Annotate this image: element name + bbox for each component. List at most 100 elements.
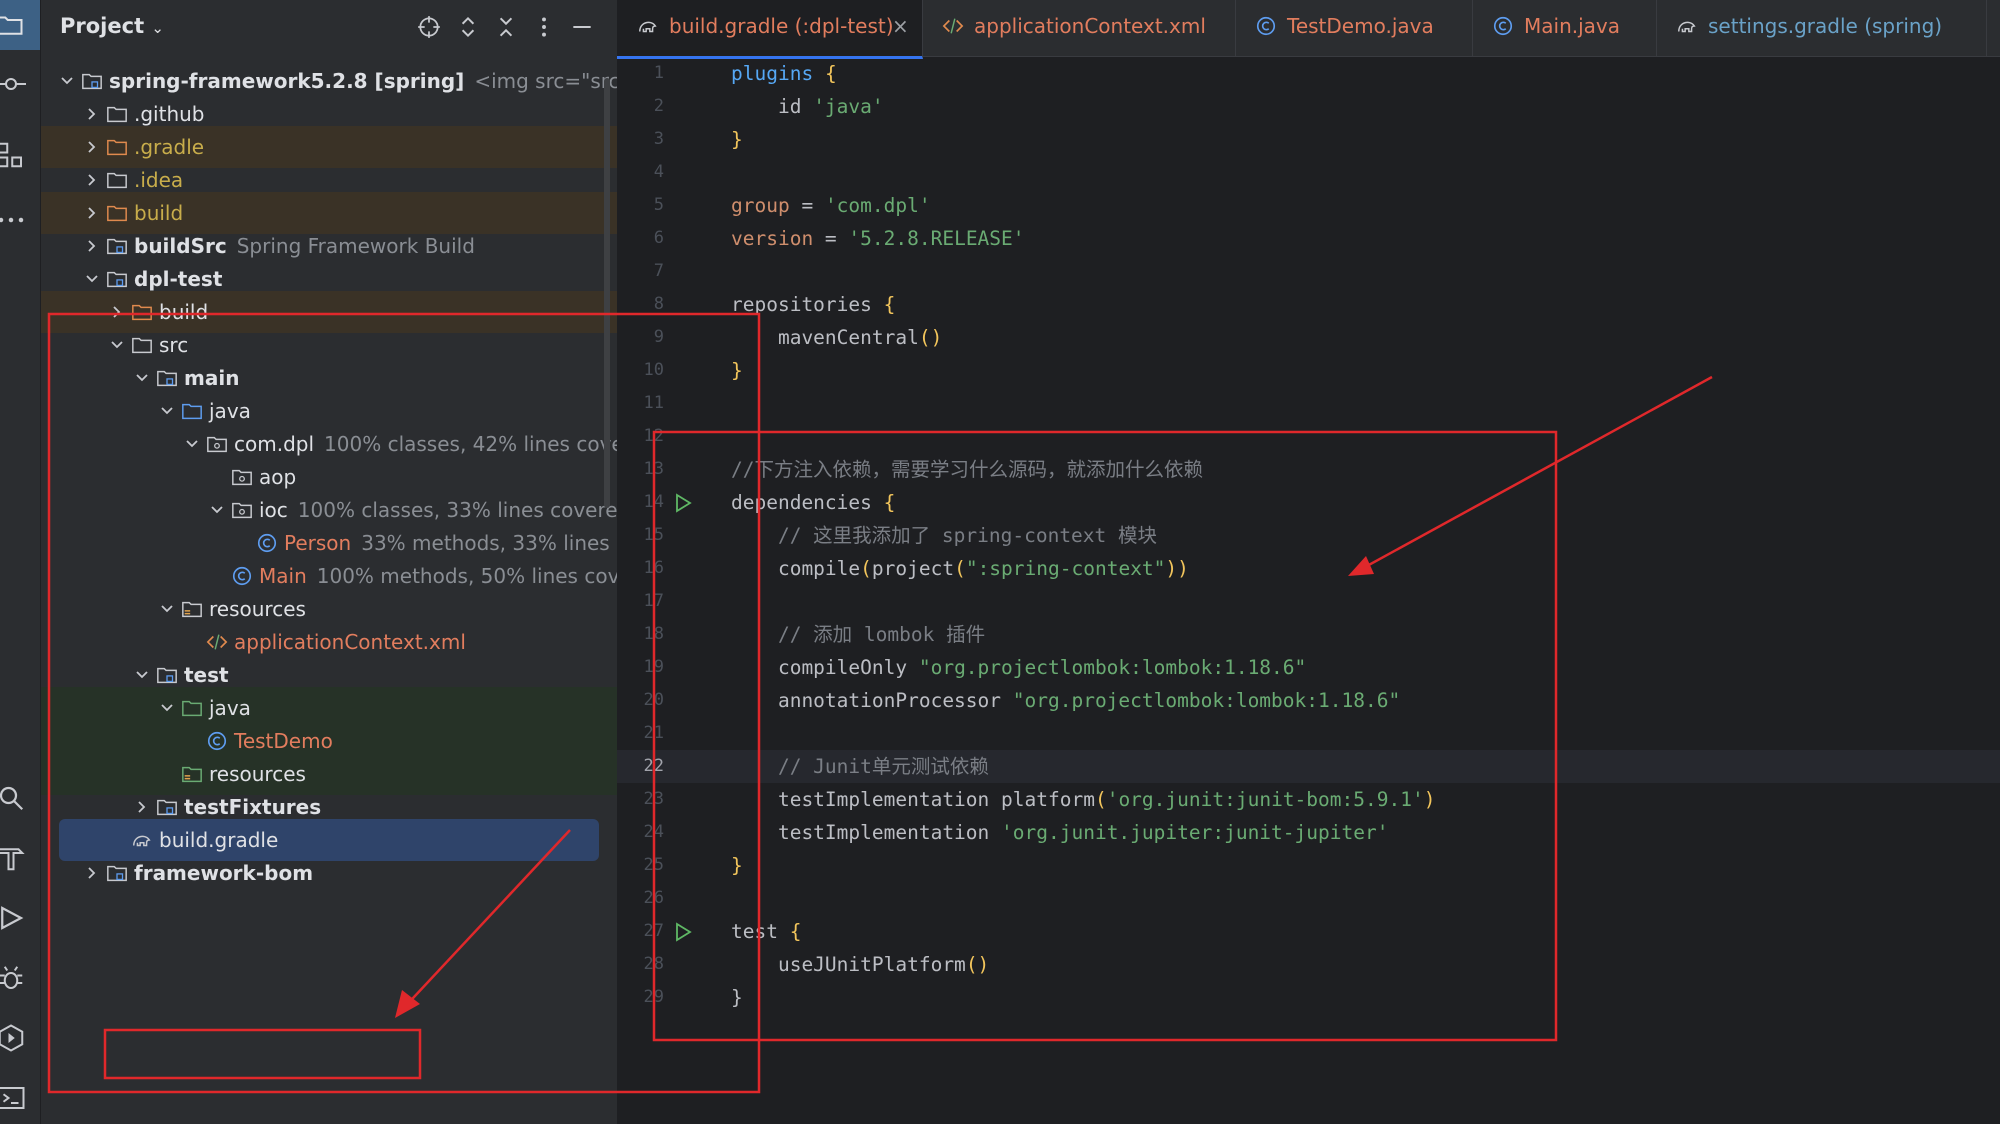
- expand-all-icon[interactable]: [455, 14, 481, 40]
- chevron-right-icon[interactable]: [84, 106, 100, 122]
- hide-panel-icon[interactable]: [569, 14, 595, 40]
- project-title[interactable]: Project ⌄: [60, 14, 164, 38]
- chevron-down-icon[interactable]: [159, 700, 175, 716]
- code-line[interactable]: 25}: [617, 849, 2000, 882]
- chevron-down-icon[interactable]: [159, 403, 175, 419]
- options-menu-icon[interactable]: [531, 14, 557, 40]
- editor-tab[interactable]: build.gradle (:dpl-test) ×: [617, 0, 923, 59]
- editor-tab[interactable]: Main.java: [1472, 0, 1657, 56]
- close-tab-icon[interactable]: ×: [892, 0, 909, 52]
- code-line[interactable]: 28 useJUnitPlatform(): [617, 948, 2000, 981]
- code-text: compile(project(":spring-context")): [731, 552, 1189, 585]
- class-icon: [257, 533, 277, 553]
- more-tools-button[interactable]: [0, 200, 40, 240]
- chevron-down-icon[interactable]: [184, 436, 200, 452]
- locate-icon[interactable]: [416, 14, 442, 40]
- editor-tab-label: TestDemo.java: [1287, 14, 1434, 38]
- line-number: 15: [643, 525, 664, 545]
- code-line[interactable]: 5 group = 'com.dpl': [617, 189, 2000, 222]
- commit-tool-button[interactable]: [0, 64, 40, 104]
- chevron-right-icon[interactable]: [84, 172, 100, 188]
- chevron-right-icon[interactable]: [84, 139, 100, 155]
- chevron-down-icon[interactable]: [159, 601, 175, 617]
- collapse-all-icon[interactable]: [493, 14, 519, 40]
- code-line[interactable]: 1 plugins {: [617, 57, 2000, 90]
- tree-item-name: com.dpl: [234, 432, 315, 456]
- tree-item-meta: 33% methods, 33% lines covered: [361, 531, 617, 555]
- code-line[interactable]: 9 mavenCentral(): [617, 321, 2000, 354]
- code-line[interactable]: 10}: [617, 354, 2000, 387]
- project-panel-header: Project ⌄: [41, 0, 617, 56]
- code-text: useJUnitPlatform(): [731, 948, 989, 981]
- code-token: {: [883, 293, 896, 316]
- terminal-tool-button[interactable]: [0, 1078, 40, 1118]
- chevron-right-icon[interactable]: [84, 865, 100, 881]
- class-icon: [232, 566, 252, 586]
- code-line[interactable]: 16 compile(project(":spring-context")): [617, 552, 2000, 585]
- more-icon: [0, 217, 24, 223]
- code-line[interactable]: 15 // 这里我添加了 spring-context 模块: [617, 519, 2000, 552]
- chevron-right-icon[interactable]: [134, 799, 150, 815]
- project-tool-button[interactable]: [0, 0, 40, 50]
- tree-item-name: .idea: [134, 168, 184, 192]
- chevron-right-icon[interactable]: [109, 304, 125, 320]
- code-line[interactable]: 26: [617, 882, 2000, 915]
- line-number: 18: [643, 624, 664, 644]
- code-line[interactable]: 6 version = '5.2.8.RELEASE': [617, 222, 2000, 255]
- chevron-down-icon[interactable]: [134, 370, 150, 386]
- run-gutter-icon[interactable]: [673, 922, 693, 942]
- structure-tool-button[interactable]: [0, 135, 40, 175]
- tree-item[interactable]: framework-bom: [41, 852, 617, 894]
- package-icon: [232, 502, 252, 519]
- code-token: version: [731, 227, 814, 250]
- code-line[interactable]: 14 dependencies {: [617, 486, 2000, 519]
- code-line[interactable]: 27 test {: [617, 915, 2000, 948]
- code-line[interactable]: 23 testImplementation platform('org.juni…: [617, 783, 2000, 816]
- line-number: 4: [653, 162, 664, 182]
- chevron-down-icon[interactable]: [134, 667, 150, 683]
- code-line[interactable]: 13 //下方注入依赖，需要学习什么源码，就添加什么依赖: [617, 453, 2000, 486]
- code-text: group = 'com.dpl': [731, 189, 931, 222]
- editor-tab[interactable]: TestDemo.java: [1235, 0, 1473, 56]
- editor-tab[interactable]: settings.gradle (spring): [1656, 0, 1987, 56]
- code-line[interactable]: 12: [617, 420, 2000, 453]
- editor-tab[interactable]: applicationContext.xml: [922, 0, 1236, 56]
- code-line[interactable]: 22 // Junit单元测试依赖: [617, 750, 2000, 783]
- code-line[interactable]: 8 repositories {: [617, 288, 2000, 321]
- debug-tool-button[interactable]: [0, 958, 40, 998]
- chevron-down-icon[interactable]: [59, 73, 75, 89]
- run-gutter-icon[interactable]: [673, 493, 693, 513]
- code-line[interactable]: 19 compileOnly "org.projectlombok:lombok…: [617, 651, 2000, 684]
- code-token: mavenCentral: [731, 326, 919, 349]
- code-line[interactable]: 2 id 'java': [617, 90, 2000, 123]
- code-line[interactable]: 18 // 添加 lombok 插件: [617, 618, 2000, 651]
- line-number: 20: [643, 690, 664, 710]
- code-line[interactable]: 7: [617, 255, 2000, 288]
- chevron-down-icon[interactable]: [109, 337, 125, 353]
- chevron-down-icon[interactable]: [84, 271, 100, 287]
- tree-item-name: buildSrc: [134, 234, 227, 258]
- tree-item-name: spring-framework5.2.8 [spring]: [109, 69, 465, 93]
- code-line[interactable]: 17: [617, 585, 2000, 618]
- line-number: 23: [643, 789, 664, 809]
- run-tool-button[interactable]: [0, 898, 40, 938]
- code-text: //下方注入依赖，需要学习什么源码，就添加什么依赖: [731, 453, 1203, 486]
- code-line[interactable]: 29}: [617, 981, 2000, 1014]
- code-line[interactable]: 3}: [617, 123, 2000, 156]
- services-tool-button[interactable]: [0, 1018, 40, 1058]
- chevron-right-icon[interactable]: [84, 238, 100, 254]
- code-line[interactable]: 11: [617, 387, 2000, 420]
- code-line[interactable]: 4: [617, 156, 2000, 189]
- chevron-right-icon[interactable]: [84, 205, 100, 221]
- chevron-down-icon[interactable]: [209, 502, 225, 518]
- build-tool-button[interactable]: [0, 838, 40, 878]
- line-number: 17: [643, 591, 664, 611]
- search-tool-button[interactable]: [0, 778, 40, 818]
- code-line[interactable]: 24 testImplementation 'org.junit.jupiter…: [617, 816, 2000, 849]
- code-token: }: [731, 986, 743, 1009]
- line-number: 16: [643, 558, 664, 578]
- code-line[interactable]: 21: [617, 717, 2000, 750]
- code-line[interactable]: 20 annotationProcessor "org.projectlombo…: [617, 684, 2000, 717]
- project-scrollbar[interactable]: [604, 78, 610, 508]
- editor-tab-label: applicationContext.xml: [974, 14, 1206, 38]
